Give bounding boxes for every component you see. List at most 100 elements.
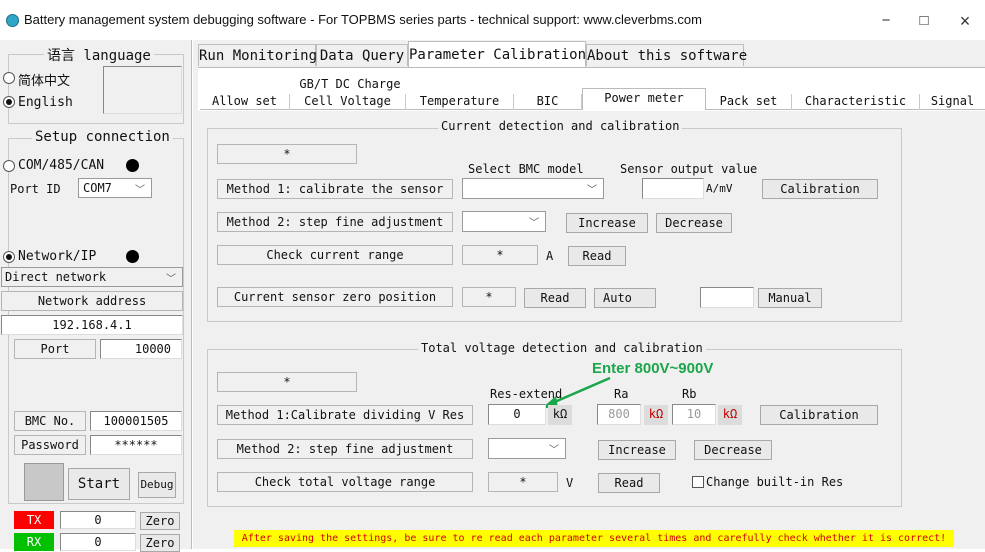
tx-count: 0	[60, 511, 136, 529]
unit-a: A	[546, 249, 554, 263]
title-bar: Battery management system debugging soft…	[0, 0, 985, 40]
subtab-bic[interactable]: BIC	[514, 94, 582, 110]
tab-data-query[interactable]: Data Query	[316, 44, 408, 66]
unit-amv: A/mV	[706, 182, 733, 195]
app-icon	[6, 14, 19, 27]
voltage-step-select[interactable]: ﹀	[488, 438, 566, 459]
subtab-allow-set[interactable]: Allow set	[200, 94, 290, 110]
port-id-select[interactable]: COM7 ﹀	[78, 178, 152, 198]
res-extend-input[interactable]: 0	[488, 404, 546, 425]
debug-button[interactable]: Debug	[138, 472, 176, 498]
voltage-group-title: Total voltage detection and calibration	[418, 341, 706, 355]
current-calibration-button[interactable]: Calibration	[762, 179, 878, 199]
network-address-label: Network address	[1, 291, 183, 311]
unit-v: V	[566, 476, 574, 490]
subtab-cell-voltage[interactable]: Cell Voltage	[290, 94, 406, 110]
method1-current-label: Method 1: calibrate the sensor	[217, 179, 453, 199]
lang-en-label: English	[18, 95, 73, 110]
ra-input[interactable]: 800	[597, 404, 641, 425]
rb-input[interactable]: 10	[672, 404, 716, 425]
chevron-down-icon: ﹀	[135, 185, 145, 196]
tab-about[interactable]: About this software	[586, 44, 747, 66]
maximize-button[interactable]: □	[906, 8, 942, 34]
sensor-output-label: Sensor output value	[620, 162, 758, 176]
ra-unit: kΩ	[644, 405, 668, 425]
voltage-status: *	[217, 372, 357, 392]
builtin-res-checkbox[interactable]	[692, 476, 704, 488]
close-button[interactable]: ×	[947, 8, 983, 34]
com-label: COM/485/CAN	[18, 158, 105, 173]
subtab-gbt-dc-charge[interactable]: GB/T DC Charge	[290, 77, 410, 92]
method1-voltage-label: Method 1:Calibrate dividing V Res	[217, 405, 473, 425]
select-model-label: Select BMC model	[468, 162, 584, 176]
warning-banner: After saving the settings, be sure to re…	[234, 530, 954, 547]
subtab-power-meter[interactable]: Power meter	[582, 88, 706, 110]
port-label: Port	[14, 339, 96, 359]
current-range-value: *	[462, 245, 538, 265]
port-id-label: Port ID	[10, 182, 61, 196]
lang-en-radio[interactable]	[3, 96, 15, 108]
subtab-temperature[interactable]: Temperature	[406, 94, 514, 110]
current-group-title: Current detection and calibration	[438, 119, 683, 133]
bmc-model-select[interactable]: ﹀	[462, 178, 604, 199]
language-title: 语言 language	[44, 45, 154, 65]
voltage-decrease-button[interactable]: Decrease	[694, 440, 772, 460]
manual-value-input[interactable]	[700, 287, 754, 308]
rb-label: Rb	[682, 387, 697, 401]
tab-parameter-calibration[interactable]: Parameter Calibration	[408, 41, 586, 67]
bmc-input[interactable]: 100001505	[90, 411, 182, 431]
tx-zero-button[interactable]: Zero	[140, 512, 180, 530]
rx-count: 0	[60, 533, 136, 551]
lang-preview-box	[103, 66, 182, 114]
chevron-down-icon: ﹀	[529, 218, 539, 229]
voltage-read-button[interactable]: Read	[598, 473, 660, 493]
start-button[interactable]: Start	[68, 468, 130, 500]
network-mode-value: Direct network	[5, 270, 107, 284]
tab-run-monitoring[interactable]: Run Monitoring	[198, 44, 317, 66]
zero-read-button[interactable]: Read	[524, 288, 586, 308]
current-status: *	[217, 144, 357, 164]
tx-indicator: TX	[14, 511, 54, 529]
lang-cn-radio[interactable]	[3, 72, 15, 84]
zero-position-value: *	[462, 287, 516, 307]
ip-input[interactable]: 192.168.4.1	[1, 315, 183, 335]
subtab-pack-set[interactable]: Pack set	[706, 94, 792, 110]
current-increase-button[interactable]: Increase	[566, 213, 648, 233]
current-read-button[interactable]: Read	[568, 246, 626, 266]
auto-button[interactable]: Auto	[594, 288, 656, 308]
check-current-range-label: Check current range	[217, 245, 453, 265]
window-title: Battery management system debugging soft…	[24, 12, 702, 27]
bmc-label: BMC No.	[14, 411, 86, 431]
subtab-characteristic[interactable]: Characteristic	[792, 94, 920, 110]
res-extend-label: Res-extend	[490, 387, 563, 401]
lang-cn-label: 简体中文	[18, 74, 71, 89]
password-input[interactable]: ******	[90, 435, 182, 455]
voltage-increase-button[interactable]: Increase	[598, 440, 676, 460]
port-id-value: COM7	[83, 181, 112, 195]
password-label: Password	[14, 435, 86, 455]
minimize-button[interactable]: −	[868, 8, 904, 34]
manual-button[interactable]: Manual	[758, 288, 822, 308]
subtab-signal[interactable]: Signal	[920, 94, 985, 110]
rx-zero-button[interactable]: Zero	[140, 534, 180, 552]
subtab-row: Allow set Cell Voltage Temperature BIC P…	[200, 88, 985, 110]
sensor-output-input[interactable]	[642, 178, 704, 199]
current-decrease-button[interactable]: Decrease	[656, 213, 732, 233]
ra-label: Ra	[614, 387, 629, 401]
network-radio[interactable]	[3, 251, 15, 263]
rb-unit: kΩ	[718, 405, 742, 425]
chevron-down-icon: ﹀	[587, 185, 597, 196]
port-input[interactable]: 10000	[100, 339, 182, 359]
com-radio[interactable]	[3, 160, 15, 172]
network-mode-select[interactable]: Direct network ﹀	[1, 267, 183, 287]
chevron-down-icon: ﹀	[166, 274, 176, 285]
network-status-dot	[126, 250, 139, 263]
res-extend-unit: kΩ	[548, 405, 572, 425]
method2-voltage-label: Method 2: step fine adjustment	[217, 439, 473, 459]
zero-position-label: Current sensor zero position	[217, 287, 453, 307]
current-step-select[interactable]: ﹀	[462, 211, 546, 232]
check-voltage-range-label: Check total voltage range	[217, 472, 473, 492]
setup-title: Setup connection	[32, 129, 173, 145]
connection-indicator	[24, 463, 64, 501]
voltage-calibration-button[interactable]: Calibration	[760, 405, 878, 425]
